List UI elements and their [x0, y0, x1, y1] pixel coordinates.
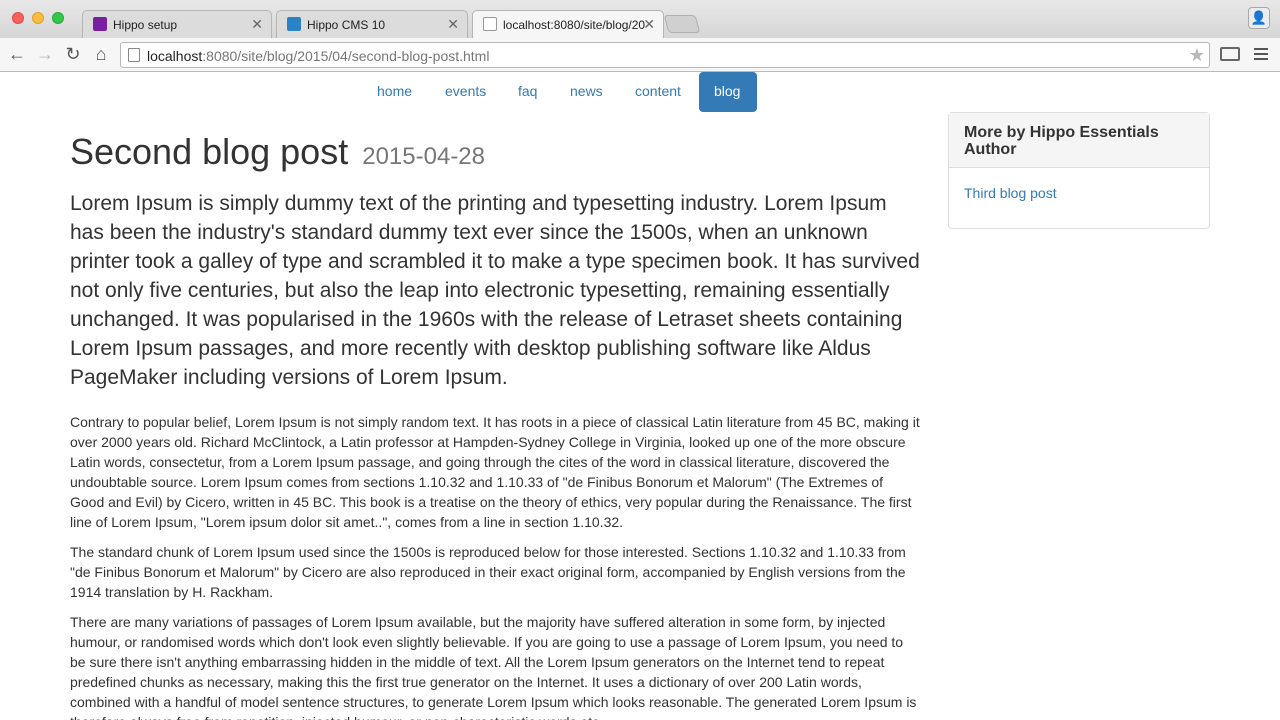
cast-icon[interactable] — [1220, 47, 1240, 61]
page-icon — [483, 17, 497, 31]
tab-close-icon[interactable]: ✕ — [251, 16, 263, 33]
browser-tab-hippo-cms[interactable]: Hippo CMS 10 ✕ — [276, 10, 468, 38]
window-maximize-button[interactable] — [52, 12, 64, 24]
related-posts-panel: More by Hippo Essentials Author Third bl… — [948, 112, 1210, 229]
related-post-link[interactable]: Third blog post — [964, 185, 1057, 201]
hippo-cms-icon — [287, 17, 301, 31]
browser-tab-hippo-setup[interactable]: Hippo setup ✕ — [82, 10, 272, 38]
url-text: localhost:8080/site/blog/2015/04/second-… — [147, 48, 490, 64]
page-title: Second blog post 2015-04-28 — [70, 131, 485, 172]
article-paragraph: Contrary to popular belief, Lorem Ipsum … — [70, 414, 920, 530]
reload-icon[interactable]: ↻ — [62, 43, 84, 65]
article-paragraph: The standard chunk of Lorem Ipsum used s… — [70, 544, 906, 600]
site-navigation: home events faq news content blog — [0, 72, 1280, 112]
article-lead: Lorem Ipsum is simply dummy text of the … — [70, 192, 920, 389]
browser-titlebar: Hippo setup ✕ Hippo CMS 10 ✕ localhost:8… — [0, 0, 1280, 39]
nav-item-faq[interactable]: faq — [503, 72, 552, 112]
profile-icon[interactable]: 👤 — [1248, 7, 1270, 29]
back-arrow-icon[interactable]: ← — [6, 43, 28, 65]
window-close-button[interactable] — [12, 12, 24, 24]
tab-title: Hippo CMS 10 — [307, 18, 386, 32]
page-icon — [128, 48, 140, 62]
forward-arrow-icon[interactable]: → — [34, 43, 56, 65]
panel-heading: More by Hippo Essentials Author — [949, 113, 1209, 168]
new-tab-button[interactable] — [663, 15, 701, 33]
browser-toolbar: ← → ↻ ⌂ localhost:8080/site/blog/2015/04… — [0, 38, 1280, 72]
article-paragraph: There are many variations of passages of… — [70, 614, 917, 720]
tab-title: Hippo setup — [113, 18, 178, 32]
blog-article: Second blog post 2015-04-28 Lorem Ipsum … — [70, 128, 920, 720]
nav-item-news[interactable]: news — [555, 72, 618, 112]
tab-close-icon[interactable]: ✕ — [643, 16, 655, 33]
nav-item-content[interactable]: content — [620, 72, 696, 112]
nav-item-blog[interactable]: blog — [699, 72, 757, 112]
tab-title: localhost:8080/site/blog/20 — [503, 18, 645, 32]
nav-item-home[interactable]: home — [362, 72, 427, 112]
post-date: 2015-04-28 — [362, 143, 485, 170]
bookmark-star-icon[interactable]: ★ — [1189, 45, 1205, 66]
home-icon[interactable]: ⌂ — [90, 43, 112, 65]
menu-icon[interactable] — [1254, 48, 1268, 63]
web-page: home events faq news content blog Second… — [0, 72, 1280, 720]
nav-item-events[interactable]: events — [430, 72, 501, 112]
tab-close-icon[interactable]: ✕ — [447, 16, 459, 33]
address-bar[interactable]: localhost:8080/site/blog/2015/04/second-… — [120, 42, 1210, 68]
browser-tab-blog-post[interactable]: localhost:8080/site/blog/20 ✕ — [472, 10, 664, 39]
window-minimize-button[interactable] — [32, 12, 44, 24]
panel-body: Third blog post — [949, 168, 1209, 218]
hippo-icon — [93, 17, 107, 31]
